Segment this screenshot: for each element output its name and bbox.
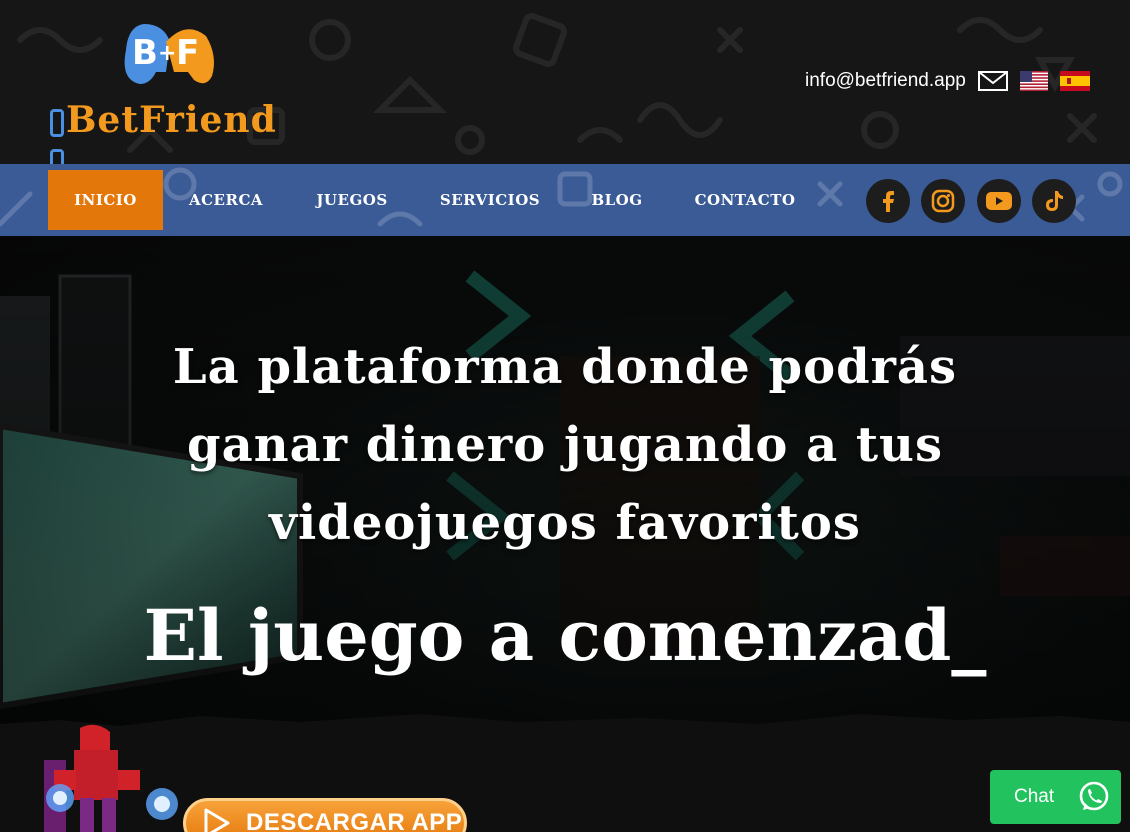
download-app-button[interactable]: DESCARGAR APP [183,798,467,832]
nav-contacto[interactable]: CONTACTO [686,170,804,230]
email-link[interactable]: info@betfriend.app [805,70,966,92]
gamepad-logo-icon: B F + [124,24,214,84]
tiktok-icon [1046,191,1063,211]
contact-info: info@betfriend.app [805,68,1090,94]
controller-right-icon [50,149,64,164]
es-flag-icon[interactable] [1059,71,1090,91]
magneto-sprite-image [44,724,178,832]
tiktok-button[interactable] [1032,179,1076,223]
nav-servicios[interactable]: SERVICIOS [430,170,550,230]
youtube-icon [986,192,1012,210]
betfriend-logo[interactable]: B F + BetFriend [48,20,292,164]
facebook-button[interactable] [866,179,910,223]
download-app-label: DESCARGAR APP [246,809,463,832]
nav-acerca[interactable]: ACERCA [176,170,276,230]
nav-juegos[interactable]: JUEGOS [302,170,402,230]
instagram-button[interactable] [921,179,965,223]
whatsapp-chat-button[interactable]: Chat [990,770,1121,824]
main-nav: INICIO ACERCA JUEGOS SERVICIOS BLOG CONT… [0,164,1130,236]
mail-icon[interactable] [977,71,1008,91]
facebook-icon [883,191,894,212]
whatsapp-icon [1079,781,1109,811]
instagram-icon [931,189,955,213]
logo-wordmark: BetFriend [48,99,292,164]
svg-text:B: B [132,33,158,73]
us-flag-icon[interactable] [1019,71,1048,91]
hero-headline: La plataforma donde podrás ganar dinero … [172,339,958,551]
typewriter-text: El juego a comenzad_ [143,594,987,677]
svg-text:+: + [158,41,176,66]
nav-inicio[interactable]: INICIO [48,170,163,230]
controller-left-icon [50,109,64,137]
chat-label: Chat [1014,786,1055,807]
logo-text: BetFriend [66,99,277,141]
hero-section: La plataforma donde podrás ganar dinero … [0,236,1130,832]
play-store-icon [204,808,230,832]
site-header: B F + BetFriend info@betfriend.app [0,0,1130,164]
svg-text:F: F [176,33,199,73]
nav-blog[interactable]: BLOG [577,170,657,230]
youtube-button[interactable] [977,179,1021,223]
